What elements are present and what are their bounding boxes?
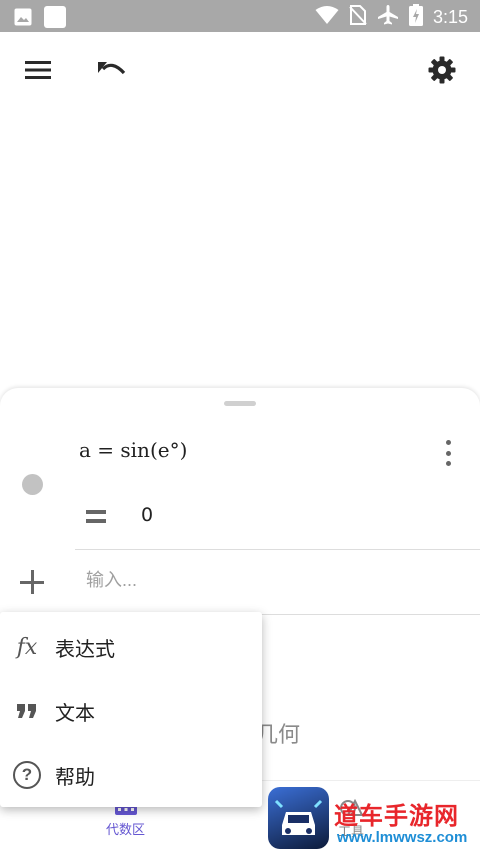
battery-icon (408, 4, 423, 30)
fx-icon: fx (16, 634, 38, 660)
status-time: 3:15 (432, 6, 468, 27)
sheet-drag-handle[interactable] (224, 401, 256, 406)
undo-icon (98, 62, 126, 75)
menu-item-expression[interactable]: fx 表达式 (0, 615, 262, 679)
algebra-input[interactable] (86, 570, 466, 591)
equals-icon (86, 510, 106, 523)
quote-icon (12, 696, 42, 726)
add-item-button[interactable] (20, 570, 44, 594)
more-options-button[interactable] (436, 440, 460, 466)
result-value: 0 (141, 504, 154, 526)
menu-icon (25, 61, 51, 79)
wifi-icon (315, 5, 339, 29)
square-icon (44, 6, 66, 32)
settings-button[interactable] (426, 54, 458, 86)
top-toolbar (0, 32, 480, 108)
settings-icon (428, 56, 456, 84)
add-menu-popup: fx 表达式 文本 ? 帮助 (0, 612, 262, 807)
menu-item-expression-label: 表达式 (55, 636, 115, 661)
menu-item-help-label: 帮助 (55, 764, 95, 789)
watermark-url: www.lmwwsz.com (337, 829, 468, 846)
no-sim-icon (349, 5, 367, 29)
algebra-expression[interactable]: a = sin(e°) (79, 438, 187, 462)
row-divider (75, 549, 480, 550)
watermark-site-name: 道车手游网 (334, 802, 459, 830)
more-icon-dot (445, 440, 451, 445)
image-icon (14, 8, 32, 30)
screen: 3:15 a = sin(e°) 0 输入... 几何 代数区 工具 fx 表达… (0, 0, 480, 853)
undo-button[interactable] (96, 54, 128, 86)
status-bar: 3:15 (0, 0, 480, 32)
menu-item-text[interactable]: 文本 (0, 679, 262, 743)
geometry-label: 几何 (256, 723, 301, 748)
menu-item-help[interactable]: ? 帮助 (0, 743, 262, 807)
airplane-icon (377, 4, 399, 30)
more-icon-dot (445, 461, 451, 466)
menu-button[interactable] (22, 54, 54, 86)
more-icon-dot (445, 450, 451, 456)
menu-item-text-label: 文本 (55, 700, 95, 725)
visibility-toggle[interactable] (22, 474, 43, 495)
help-icon: ? (12, 760, 42, 790)
nav-algebra-label: 代数区 (106, 823, 146, 838)
watermark-logo (268, 787, 329, 849)
